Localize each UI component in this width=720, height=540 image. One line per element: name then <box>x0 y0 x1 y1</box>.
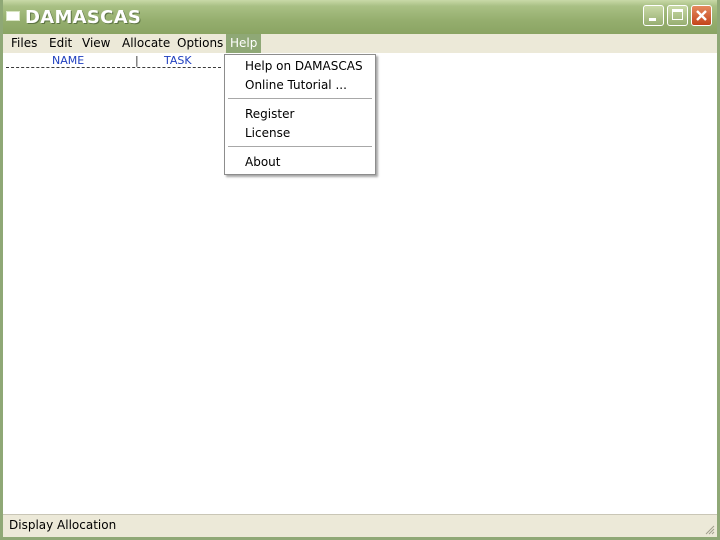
menu-files[interactable]: Files <box>7 34 41 53</box>
column-header-task[interactable]: TASK <box>164 54 192 67</box>
menu-bar: Files Edit View Allocate Options Help <box>3 34 717 53</box>
app-window-icon[interactable] <box>6 11 20 21</box>
minimize-button[interactable] <box>643 5 664 26</box>
menu-edit[interactable]: Edit <box>45 34 76 53</box>
menu-allocate[interactable]: Allocate <box>118 34 174 53</box>
maximize-button[interactable] <box>667 5 688 26</box>
menu-item-license[interactable]: License <box>245 124 373 142</box>
list-column-header: NAME | TASK <box>6 54 221 68</box>
menu-item-register[interactable]: Register <box>245 105 373 123</box>
menu-separator <box>228 146 372 147</box>
status-bar: Display Allocation <box>3 514 717 537</box>
status-text: Display Allocation <box>9 518 117 532</box>
menu-options[interactable]: Options <box>173 34 227 53</box>
menu-separator <box>228 98 372 99</box>
menu-item-help-on-damascas[interactable]: Help on DAMASCAS <box>245 57 373 75</box>
close-icon <box>696 10 707 21</box>
menu-help[interactable]: Help <box>226 34 262 53</box>
menu-item-about[interactable]: About <box>245 153 373 171</box>
maximize-icon <box>672 9 683 20</box>
menu-item-online-tutorial[interactable]: Online Tutorial ... <box>245 76 373 94</box>
title-bar[interactable]: DAMASCAS <box>3 0 717 34</box>
column-header-name[interactable]: NAME <box>52 54 84 67</box>
window-title: DAMASCAS <box>25 7 142 28</box>
column-separator: | <box>135 54 139 67</box>
help-dropdown-menu: Help on DAMASCAS Online Tutorial ... Reg… <box>224 54 376 175</box>
resize-grip-icon[interactable] <box>703 523 715 535</box>
close-button[interactable] <box>691 5 712 26</box>
app-window: DAMASCAS Files Edit View Allocate Option… <box>0 0 720 540</box>
menu-view[interactable]: View <box>78 34 114 53</box>
minimize-icon <box>649 18 656 21</box>
